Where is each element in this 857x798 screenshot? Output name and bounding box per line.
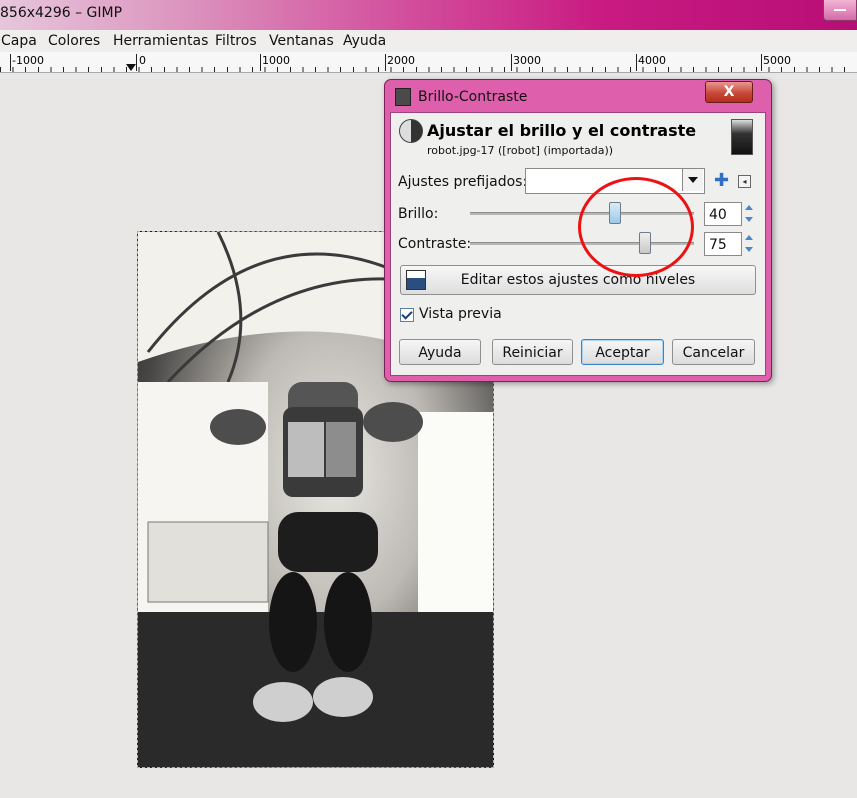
brillo-spin-buttons[interactable] [744, 202, 754, 226]
ruler-pointer-marker [126, 64, 136, 71]
ruler-label: 3000 [513, 54, 541, 67]
dialog-title: Brillo-Contraste [418, 89, 528, 105]
edit-as-levels-button[interactable]: Editar estos ajustes como niveles [400, 265, 756, 295]
presets-label: Ajustes prefijados: [398, 174, 528, 190]
ruler-label: 5000 [763, 54, 791, 67]
ok-button[interactable]: Aceptar [581, 339, 664, 365]
brillo-label: Brillo: [398, 206, 439, 222]
menu-ventanas[interactable]: Ventanas [269, 33, 334, 49]
dialog-app-icon [395, 88, 411, 106]
contraste-label: Contraste: [398, 236, 472, 252]
ruler-label: 0 [139, 54, 146, 67]
ruler-major-tick [385, 54, 386, 71]
spin-down-icon[interactable] [745, 217, 753, 222]
reset-button[interactable]: Reiniciar [492, 339, 573, 365]
contraste-spin-buttons[interactable] [744, 232, 754, 256]
brightness-contrast-icon [399, 119, 423, 143]
spin-down-icon[interactable] [745, 247, 753, 252]
ruler-label: 1000 [262, 54, 290, 67]
window-title: 856x4296 – GIMP [0, 5, 123, 21]
menu-filtros[interactable]: Filtros [215, 33, 257, 49]
menu-colores[interactable]: Colores [48, 33, 100, 49]
window-control-icon[interactable] [823, 0, 857, 21]
ruler-major-tick [761, 54, 762, 71]
menu-herramientas[interactable]: Herramientas [113, 33, 208, 49]
annotation-circle [578, 177, 694, 277]
cancel-button[interactable]: Cancelar [672, 339, 755, 365]
spin-up-icon[interactable] [745, 205, 753, 210]
ruler-label: 4000 [638, 54, 666, 67]
dropdown-arrow-icon[interactable] [682, 169, 703, 191]
preview-checkbox[interactable] [400, 308, 414, 322]
ruler-major-tick [636, 54, 637, 71]
window-titlebar: 856x4296 – GIMP [0, 0, 857, 30]
ruler-major-tick [260, 54, 261, 71]
image-thumbnail-icon [731, 119, 753, 155]
ruler-label: 2000 [387, 54, 415, 67]
menu-bar: Capa Colores Herramientas Filtros Ventan… [0, 30, 857, 52]
preview-label[interactable]: Vista previa [419, 306, 502, 322]
ruler-major-tick [511, 54, 512, 71]
horizontal-ruler[interactable]: -1000 0 1000 2000 3000 4000 5000 [0, 52, 857, 73]
brillo-value-field[interactable]: 40 [704, 202, 742, 226]
contraste-value-field[interactable]: 75 [704, 232, 742, 256]
ruler-major-tick [10, 54, 11, 71]
dialog-header-title: Ajustar el brillo y el contraste [427, 121, 697, 140]
ruler-major-tick [136, 54, 137, 71]
menu-ayuda[interactable]: Ayuda [343, 33, 386, 49]
dialog-titlebar[interactable]: Brillo-Contraste X [385, 80, 771, 112]
add-preset-icon[interactable]: ✚ [714, 170, 729, 191]
dialog-close-button[interactable]: X [705, 81, 753, 103]
dialog-header-subtitle: robot.jpg-17 ([robot] (importada)) [427, 144, 614, 157]
spin-up-icon[interactable] [745, 235, 753, 240]
help-button[interactable]: Ayuda [399, 339, 481, 365]
preset-menu-icon[interactable]: ◂ [738, 175, 751, 188]
menu-capa[interactable]: Capa [1, 33, 37, 49]
edit-as-levels-label: Editar estos ajustes como niveles [460, 272, 696, 288]
ruler-label: -1000 [12, 54, 44, 67]
